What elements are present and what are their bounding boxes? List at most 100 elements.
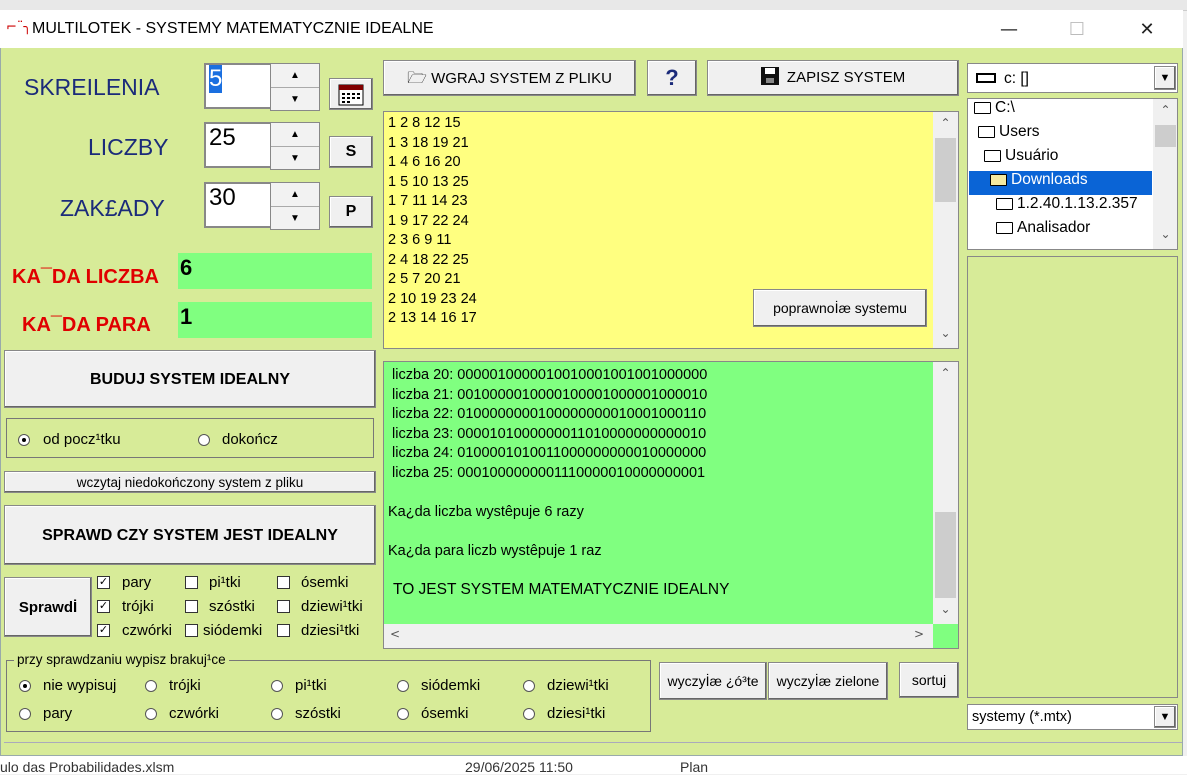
missing-radio-label: pi¹tki [295, 677, 327, 694]
checkbox-osemki[interactable] [277, 576, 290, 589]
background-file-date: 29/06/2025 11:50 [465, 759, 573, 775]
skreslenia-spin-buttons[interactable]: ▲ ▼ [270, 63, 320, 111]
scroll-thumb[interactable] [935, 138, 956, 202]
missing-radio-label: dziewi¹tki [547, 677, 609, 694]
checkbox-czworki[interactable]: ✓ [97, 624, 110, 637]
od-poczatku-radio[interactable] [18, 434, 30, 446]
maximize-button[interactable]: ☐ [1054, 12, 1100, 48]
file-list[interactable] [967, 256, 1178, 698]
tree-item-downloads[interactable]: Downloads [990, 171, 1088, 189]
spin-down-icon[interactable]: ▼ [271, 147, 319, 170]
results-horizontal-scrollbar[interactable]: < > [384, 624, 933, 648]
missing-radio[interactable] [271, 708, 283, 720]
folder-tree[interactable]: C:\ Users Usuário Downloads 1.2.40.1.13.… [967, 98, 1178, 250]
checkbox-piatki[interactable] [185, 576, 198, 589]
drive-icon [976, 73, 996, 83]
file-filter-select[interactable]: systemy (*.mtx) ▼ [967, 704, 1178, 730]
missing-radio-label: nie wypisuj [43, 677, 117, 694]
missing-radio[interactable] [145, 680, 157, 692]
chevron-down-icon[interactable]: ▼ [1154, 706, 1176, 728]
tree-item-folder[interactable]: Analisador [996, 219, 1090, 237]
scroll-right-icon[interactable]: > [914, 627, 924, 641]
file-filter-value: systemy (*.mtx) [972, 709, 1072, 725]
missing-radio[interactable] [397, 680, 409, 692]
spin-up-icon[interactable]: ▲ [271, 183, 319, 207]
sprawdz-button[interactable]: Sprawdİ [4, 577, 92, 637]
spin-down-icon[interactable]: ▼ [271, 88, 319, 111]
spin-up-icon[interactable]: ▲ [271, 123, 319, 147]
window-title: MULTILOTEK - SYSTEMY MATEMATYCZNIE IDEAL… [32, 20, 434, 37]
system-line: 1 5 10 13 25 [388, 173, 469, 190]
missing-radio[interactable] [19, 680, 31, 692]
missing-radio[interactable] [523, 708, 535, 720]
tree-vertical-scrollbar[interactable]: ⌃ ⌄ [1153, 99, 1177, 249]
chevron-down-icon[interactable]: ▼ [1154, 66, 1176, 90]
calendar-button[interactable] [329, 78, 373, 110]
missing-radio-label: pary [43, 705, 73, 722]
p-button[interactable]: P [329, 196, 373, 228]
missing-radio[interactable] [271, 680, 283, 692]
drive-select[interactable]: c: [] ▼ [967, 63, 1178, 93]
liczby-spinner[interactable]: 25 ▲ ▼ [204, 122, 320, 170]
clear-yellow-button[interactable]: wyczyİæ ¿ó³te [659, 662, 767, 700]
checkbox-dziewiatki[interactable] [277, 600, 290, 613]
scroll-thumb[interactable] [1155, 125, 1176, 147]
checkbox-label: dziesi¹tki [301, 622, 360, 639]
zaklady-label: ZAK£ADY [60, 195, 165, 221]
wczytaj-button[interactable]: wczytaj niedokończony system z pliku [4, 471, 376, 493]
checkbox-label: czwórki [122, 622, 173, 639]
skreslenia-value[interactable]: 5 [209, 65, 223, 93]
close-button[interactable]: ✕ [1124, 12, 1170, 48]
results-vertical-scrollbar[interactable]: ⌃ ⌄ [933, 362, 958, 624]
dokoncz-radio[interactable] [198, 434, 210, 446]
checkbox-siodemki[interactable] [185, 624, 198, 637]
scroll-up-icon[interactable]: ⌃ [1153, 103, 1177, 117]
zaklady-value[interactable]: 30 [209, 184, 236, 212]
zaklady-spinner[interactable]: 30 ▲ ▼ [204, 182, 320, 230]
result-line: liczba 20: 00000100000100100010010010000… [392, 367, 708, 383]
sprawdz-idealny-button[interactable]: SPRAWD CZY SYSTEM JEST IDEALNY [4, 505, 376, 565]
scroll-down-icon[interactable]: ⌄ [933, 326, 958, 340]
missing-radio[interactable] [19, 708, 31, 720]
scroll-up-icon[interactable]: ⌃ [933, 116, 958, 130]
tree-item-users[interactable]: Users [978, 123, 1039, 141]
minimize-button[interactable]: — [986, 12, 1032, 48]
checkbox-dziesiatki[interactable] [277, 624, 290, 637]
missing-radio[interactable] [397, 708, 409, 720]
clear-green-button[interactable]: wyczyİæ zielone [768, 662, 888, 700]
liczby-spin-buttons[interactable]: ▲ ▼ [270, 122, 320, 170]
checkbox-szostki[interactable] [185, 600, 198, 613]
system-vertical-scrollbar[interactable]: ⌃ ⌄ [933, 112, 958, 348]
skreslenia-spinner[interactable]: 5 ▲ ▼ [204, 63, 320, 111]
result-line: liczba 21: 00100000100001000010000010000… [392, 386, 708, 403]
checkbox-trojki[interactable]: ✓ [97, 600, 110, 613]
missing-radio[interactable] [145, 708, 157, 720]
skreslenia-label: SKREILENIA [24, 74, 160, 100]
scroll-thumb[interactable] [935, 512, 956, 598]
scroll-up-icon[interactable]: ⌃ [933, 366, 958, 380]
background-file-type: Plan [680, 759, 709, 775]
missing-radio[interactable] [523, 680, 535, 692]
poprawnosc-button[interactable]: poprawnoİæ systemu [753, 289, 927, 327]
missing-radio-label: czwórki [169, 705, 220, 722]
sort-button[interactable]: sortuj [899, 662, 959, 698]
scroll-down-icon[interactable]: ⌄ [1153, 227, 1177, 241]
zaklady-spin-buttons[interactable]: ▲ ▼ [270, 182, 320, 230]
folder-icon [996, 197, 1013, 210]
help-button[interactable]: ? [647, 60, 697, 96]
s-button[interactable]: S [329, 136, 373, 168]
tree-item-folder[interactable]: 1.2.40.1.13.2.357 [996, 195, 1138, 213]
scroll-down-icon[interactable]: ⌄ [933, 602, 958, 616]
tree-item-c[interactable]: C:\ [974, 99, 1015, 117]
checkbox-pary[interactable]: ✓ [97, 576, 110, 589]
tree-item-usuario[interactable]: Usuário [984, 147, 1058, 165]
spin-down-icon[interactable]: ▼ [271, 207, 319, 230]
load-system-button[interactable]: 🗁 WGRAJ SYSTEM Z PLIKU [383, 60, 636, 96]
system-line: 1 9 17 22 24 [388, 212, 469, 229]
results-lines-list: liczba 20: 00000100000100100010010010000… [392, 366, 707, 483]
scroll-left-icon[interactable]: < [390, 627, 400, 641]
save-system-button[interactable]: ZAPISZ SYSTEM [707, 60, 959, 96]
liczby-value[interactable]: 25 [209, 124, 236, 152]
spin-up-icon[interactable]: ▲ [271, 64, 319, 88]
buduj-system-button[interactable]: BUDUJ SYSTEM IDEALNY [4, 350, 376, 408]
